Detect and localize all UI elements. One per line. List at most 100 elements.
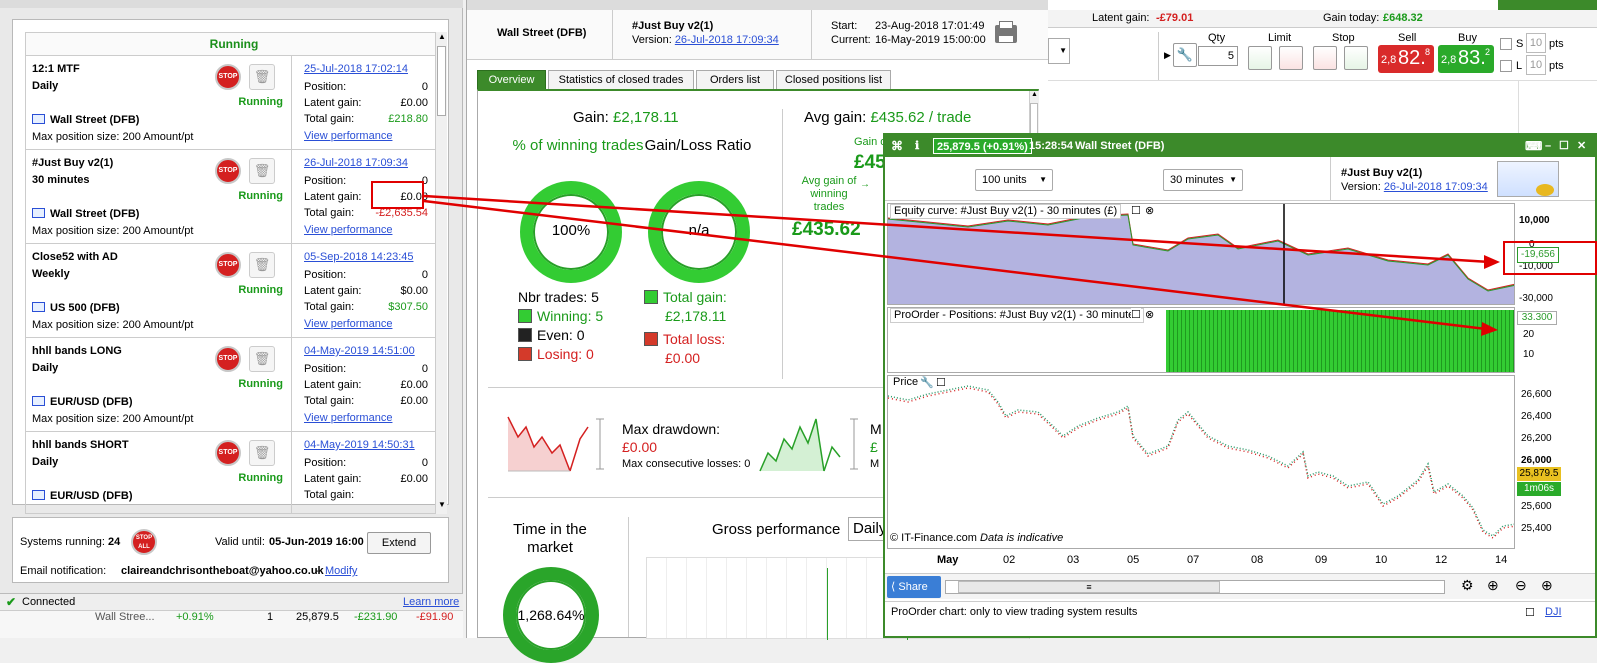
system-start-date[interactable]: 04-May-2019 14:51:00	[304, 345, 415, 357]
system-start-date[interactable]: 25-Jul-2018 17:02:14	[304, 63, 408, 75]
stop-all-button[interactable]: STOP ALL	[131, 529, 157, 555]
zoom-out-icon[interactable]: ⊖	[1515, 577, 1527, 594]
system-row[interactable]: hhll bands LONG Daily STOP 🗑 Running EUR…	[26, 338, 442, 432]
dji-link[interactable]: DJI	[1545, 606, 1562, 618]
interval-select[interactable]: 30 minutes	[1163, 169, 1243, 191]
price-wrench-icon[interactable]: 🔧	[920, 376, 934, 389]
print-icon[interactable]	[995, 21, 1017, 43]
stop-sell-icon[interactable]	[1344, 46, 1368, 70]
zoom-fit-icon[interactable]: ⊕	[1487, 577, 1499, 594]
qty-input[interactable]: 5	[1198, 46, 1238, 66]
pin-icon[interactable]: ⌘	[891, 135, 903, 157]
maximize-icon[interactable]: ☐	[1559, 135, 1569, 157]
stop-pts-input[interactable]: 10	[1526, 33, 1546, 53]
chart-settings-icon[interactable]: ⚙	[1461, 577, 1474, 594]
tab-orders-list[interactable]: Orders list	[696, 70, 774, 89]
buy-button[interactable]: 2,8 83. 2	[1438, 45, 1494, 73]
chart-icon[interactable]	[32, 114, 45, 124]
tab-statistics[interactable]: Statistics of closed trades	[548, 70, 694, 89]
zoom-in-icon[interactable]: ⊕	[1541, 577, 1553, 594]
wrench-icon[interactable]: 🔧	[1173, 43, 1197, 67]
positions-panel[interactable]: ProOrder - Positions: #Just Buy v2(1) - …	[887, 307, 1515, 373]
system-row[interactable]: Close52 with AD Weekly STOP 🗑 Running US…	[26, 244, 442, 338]
chart-icon[interactable]	[32, 208, 45, 218]
systems-list-scrollbar[interactable]: ▲ ▼	[435, 32, 447, 514]
position-label: Position:	[304, 269, 347, 281]
chart-window-titlebar[interactable]: ⌘ ℹ 25,879.5 (+0.91%) 15:28:54 Wall Stre…	[885, 135, 1595, 157]
limit-pts-input[interactable]: 10	[1526, 55, 1546, 75]
chart-version-link[interactable]: 26-Jul-2018 17:09:34	[1384, 181, 1488, 193]
stop-system-button[interactable]: STOP	[215, 440, 241, 466]
chart-icon[interactable]	[32, 302, 45, 312]
chart-type-dropdown[interactable]: ▼	[1048, 38, 1070, 64]
report-scroll-up-icon[interactable]: ▲	[1030, 91, 1039, 101]
info-icon[interactable]: ℹ	[915, 135, 919, 157]
limit-checkbox[interactable]	[1500, 60, 1512, 72]
time-scrollbar[interactable]: ≡	[945, 580, 1445, 594]
view-performance-link[interactable]: View performance	[304, 318, 392, 330]
close-icon[interactable]: ✕	[1577, 135, 1586, 157]
gross-bar-1	[827, 568, 828, 640]
chart-icon[interactable]	[32, 396, 45, 406]
chart-icon[interactable]	[32, 490, 45, 500]
system-row[interactable]: 12:1 MTF Daily STOP 🗑 Running Wall Stree…	[26, 56, 442, 150]
gl-ratio-label: Gain/Loss Ratio	[644, 137, 752, 154]
sell-price-small: 2,8	[1381, 54, 1397, 66]
expand-arrow-icon[interactable]: ▶	[1164, 50, 1171, 61]
trash-icon[interactable]: 🗑	[249, 158, 275, 184]
drawdown-chart-icon	[507, 416, 604, 472]
max-drawdown-label: Max drawdown:	[622, 421, 721, 437]
stop-system-button[interactable]: STOP	[215, 346, 241, 372]
losing-square	[518, 347, 532, 361]
limit-buy-icon[interactable]	[1248, 46, 1272, 70]
tab-overview[interactable]: Overview	[477, 70, 546, 89]
view-performance-link[interactable]: View performance	[304, 412, 392, 424]
share-button[interactable]: ⟨ Share	[887, 576, 941, 598]
modify-link[interactable]: Modify	[325, 565, 357, 577]
stop-label: STOP	[218, 449, 238, 456]
tab-closed-positions[interactable]: Closed positions list	[776, 70, 891, 89]
keyboard-icon[interactable]: ⌨	[1525, 135, 1542, 157]
scroll-down-icon[interactable]: ▼	[437, 500, 447, 512]
view-performance-link[interactable]: View performance	[304, 224, 392, 236]
scroll-thumb[interactable]	[437, 46, 446, 116]
time-scroll-thumb[interactable]: ≡	[958, 581, 1220, 593]
stop-system-button[interactable]: STOP	[215, 64, 241, 90]
system-row[interactable]: hhll bands SHORT Daily STOP 🗑 Running EU…	[26, 432, 442, 513]
stop-checkbox[interactable]	[1500, 38, 1512, 50]
price-panel[interactable]: Price 🔧 ☐ © IT-Finance.com Data is indic…	[887, 375, 1515, 549]
stop-buy-icon[interactable]	[1313, 46, 1337, 70]
sell-button[interactable]: 2,8 82. 8	[1378, 45, 1434, 73]
equity-curve-panel[interactable]: Equity curve: #Just Buy v2(1) - 30 minut…	[887, 203, 1515, 305]
chart-window-icon[interactable]: ☐	[1525, 606, 1535, 619]
equity-close-icon[interactable]: ⊗	[1145, 204, 1155, 217]
limit-sell-icon[interactable]	[1279, 46, 1303, 70]
stop-system-button[interactable]: STOP	[215, 158, 241, 184]
total-loss-square	[644, 332, 658, 346]
trash-icon[interactable]: 🗑	[249, 64, 275, 90]
learn-more-link[interactable]: Learn more	[403, 596, 459, 608]
equity-window-icon[interactable]: ☐	[1131, 204, 1141, 217]
winning-square	[518, 309, 532, 323]
trash-icon[interactable]: 🗑	[249, 440, 275, 466]
stop-system-button[interactable]: STOP	[215, 252, 241, 278]
version-link[interactable]: 26-Jul-2018 17:09:34	[675, 34, 779, 46]
trash-icon[interactable]: 🗑	[249, 346, 275, 372]
system-start-date[interactable]: 04-May-2019 14:50:31	[304, 439, 415, 451]
gain-label: Gain:	[573, 109, 609, 126]
report-chart-icon[interactable]	[1497, 161, 1559, 197]
units-select[interactable]: 100 units	[975, 169, 1053, 191]
system-start-date[interactable]: 05-Sep-2018 14:23:45	[304, 251, 413, 263]
positions-close-icon[interactable]: ⊗	[1145, 308, 1155, 321]
trash-icon[interactable]: 🗑	[249, 252, 275, 278]
scroll-up-icon[interactable]: ▲	[437, 32, 447, 44]
extend-button[interactable]: Extend	[367, 532, 431, 554]
positions-row[interactable]: Wall Stree... +0.91% 1 25,879.5 -£231.90…	[0, 610, 463, 638]
minimize-icon[interactable]: –	[1545, 135, 1551, 157]
max-position-size: Max position size: 200 Amount/pt	[32, 319, 194, 331]
gross-performance-select[interactable]: Daily	[848, 517, 888, 541]
price-window-icon[interactable]: ☐	[936, 376, 946, 389]
positions-window-icon[interactable]: ☐	[1131, 308, 1141, 321]
system-start-date[interactable]: 26-Jul-2018 17:09:34	[304, 157, 408, 169]
view-performance-link[interactable]: View performance	[304, 130, 392, 142]
